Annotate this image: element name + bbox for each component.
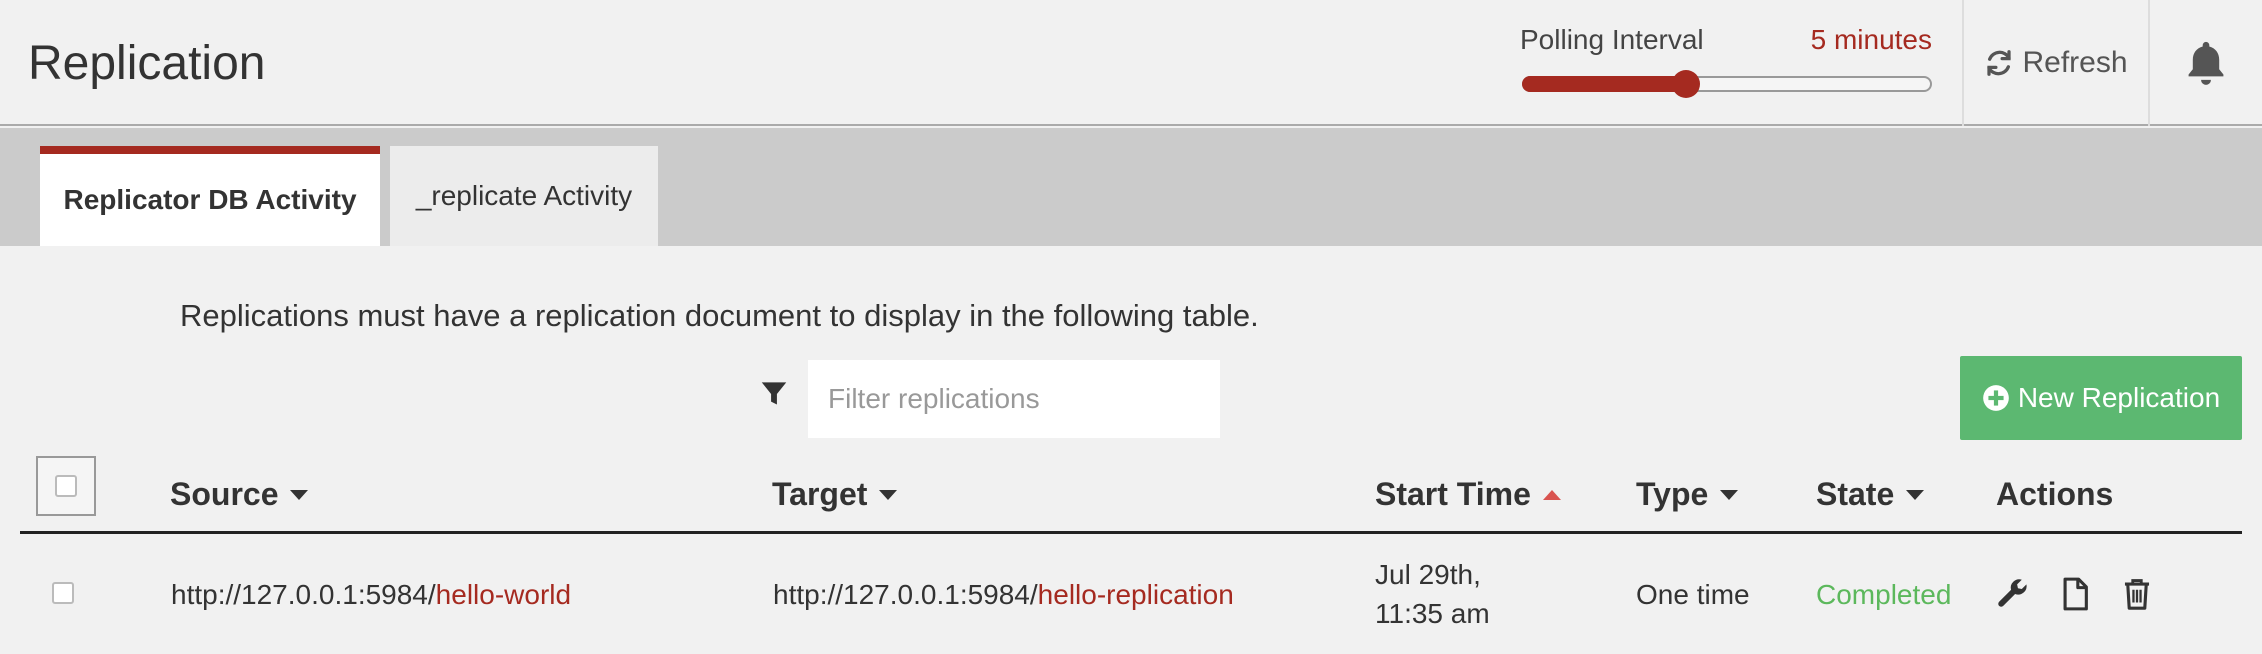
- column-header-actions-label: Actions: [1996, 476, 2114, 512]
- row-target-host: http://127.0.0.1:5984/: [773, 579, 1038, 610]
- plus-circle-icon: [1982, 385, 2009, 411]
- column-header-state-label: State: [1816, 476, 1895, 512]
- page-title: Replication: [28, 37, 266, 90]
- bell-icon: [2188, 41, 2224, 85]
- select-all-checkbox-box: [55, 475, 77, 497]
- row-select-checkbox[interactable]: [52, 582, 74, 604]
- refresh-icon: [1987, 50, 2012, 76]
- polling-slider-thumb[interactable]: [1672, 70, 1700, 98]
- filter-replications-input[interactable]: [808, 360, 1220, 438]
- sort-caret-down-icon: [290, 489, 309, 500]
- row-source-host: http://127.0.0.1:5984/: [171, 579, 436, 610]
- new-replication-button[interactable]: New Replication: [1960, 356, 2242, 440]
- column-header-target[interactable]: Target: [772, 476, 898, 513]
- tab-replicate-activity[interactable]: _replicate Activity: [390, 146, 658, 246]
- column-header-source-label: Source: [170, 476, 279, 512]
- column-header-start-time-label: Start Time: [1375, 476, 1531, 512]
- sort-caret-down-icon: [1720, 489, 1739, 500]
- sort-caret-down-icon: [879, 489, 898, 500]
- row-type: One time: [1636, 579, 1750, 610]
- column-header-state[interactable]: State: [1816, 476, 1925, 513]
- trash-icon[interactable]: [2120, 577, 2154, 611]
- page-header: Replication Polling Interval 5 minutes R…: [0, 0, 2262, 126]
- row-source: http://127.0.0.1:5984/hello-world: [171, 579, 571, 611]
- wrench-icon[interactable]: [1996, 577, 2030, 611]
- column-header-actions: Actions: [1996, 476, 2113, 513]
- refresh-button[interactable]: Refresh: [1964, 0, 2148, 126]
- column-header-type-label: Type: [1636, 476, 1709, 512]
- document-icon[interactable]: [2058, 577, 2092, 611]
- table-header: Source Target Start Time Type State Acti…: [20, 454, 2242, 534]
- polling-interval: Polling Interval 5 minutes: [1520, 24, 1932, 104]
- refresh-label: Refresh: [2022, 46, 2128, 79]
- sort-caret-down-icon: [1906, 489, 1925, 500]
- column-header-start-time[interactable]: Start Time: [1375, 476, 1561, 513]
- polling-interval-value: 5 minutes: [1810, 24, 1932, 55]
- row-start-time: Jul 29th, 11:35 am: [1375, 559, 1490, 629]
- new-replication-label: New Replication: [2017, 382, 2221, 413]
- row-state: Completed: [1816, 579, 1952, 610]
- column-header-type[interactable]: Type: [1636, 476, 1739, 513]
- tab-bar: Replicator DB Activity _replicate Activi…: [0, 128, 2262, 246]
- column-header-source[interactable]: Source: [170, 476, 309, 513]
- table-row: http://127.0.0.1:5984/hello-world http:/…: [20, 537, 2242, 654]
- sort-caret-up-icon: [1542, 489, 1561, 500]
- filter-icon: [761, 382, 787, 405]
- row-target-db-link[interactable]: hello-replication: [1038, 579, 1234, 610]
- polling-slider-fill: [1522, 76, 1688, 92]
- select-all-checkbox[interactable]: [36, 456, 96, 516]
- table-notice: Replications must have a replication doc…: [180, 298, 1259, 333]
- row-source-db-link[interactable]: hello-world: [436, 579, 571, 610]
- polling-interval-label: Polling Interval: [1520, 24, 1704, 55]
- tab-replicator-db-activity[interactable]: Replicator DB Activity: [40, 146, 380, 246]
- row-target: http://127.0.0.1:5984/hello-replication: [773, 579, 1234, 611]
- column-header-target-label: Target: [772, 476, 868, 512]
- notifications-button[interactable]: [2150, 0, 2262, 126]
